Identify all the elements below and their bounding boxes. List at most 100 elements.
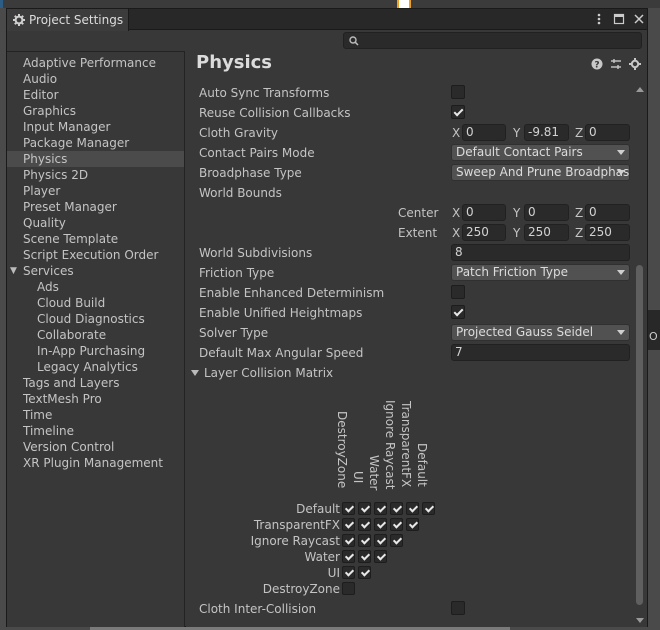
- expand-arrow-icon[interactable]: ▼: [10, 263, 17, 279]
- maximize-icon[interactable]: [613, 12, 625, 26]
- world-subdivisions-label: World Subdivisions: [199, 246, 313, 260]
- reuse-collision-callbacks-checkbox[interactable]: [451, 105, 465, 119]
- matrix-checkbox[interactable]: [342, 534, 355, 547]
- solver-type-dropdown[interactable]: Projected Gauss Seidel: [451, 324, 630, 341]
- gear-icon: [13, 14, 25, 26]
- sidebar-item-editor[interactable]: Editor: [7, 87, 184, 103]
- matrix-checkbox[interactable]: [374, 502, 387, 515]
- sidebar-item-physics[interactable]: Physics: [7, 151, 184, 167]
- sidebar-item-services[interactable]: ▼ Services: [7, 263, 184, 279]
- cloth-gravity-z-label: Z: [575, 126, 584, 140]
- title-bar: Project Settings: [7, 9, 647, 31]
- sidebar-item-package-manager[interactable]: Package Manager: [7, 135, 184, 151]
- world-subdivisions-field[interactable]: 8: [451, 244, 630, 261]
- auto-sync-transforms-checkbox[interactable]: [451, 85, 465, 99]
- matrix-checkbox[interactable]: [342, 582, 355, 595]
- close-icon[interactable]: [633, 12, 645, 26]
- sidebar-item-quality[interactable]: Quality: [7, 215, 184, 231]
- matrix-row-label: UI: [327, 566, 340, 580]
- matrix-checkbox[interactable]: [358, 566, 371, 579]
- sidebar-item-adaptive-performance[interactable]: Adaptive Performance: [7, 55, 184, 71]
- cloth-gravity-z-field[interactable]: 0: [585, 124, 630, 141]
- sidebar-item-textmesh-pro[interactable]: TextMesh Pro: [7, 391, 184, 407]
- contact-pairs-mode-dropdown[interactable]: Default Contact Pairs: [451, 144, 630, 161]
- sidebar-item-audio[interactable]: Audio: [7, 71, 184, 87]
- matrix-checkbox[interactable]: [406, 502, 419, 515]
- sidebar-item-player[interactable]: Player: [7, 183, 184, 199]
- enhanced-determinism-label: Enable Enhanced Determinism: [199, 286, 385, 300]
- matrix-checkbox[interactable]: [390, 502, 403, 515]
- matrix-checkbox[interactable]: [374, 518, 387, 531]
- matrix-checkbox[interactable]: [358, 518, 371, 531]
- sidebar-item-scene-template[interactable]: Scene Template: [7, 231, 184, 247]
- settings-gear-icon[interactable]: [629, 58, 641, 70]
- matrix-column-label: DestroyZone: [335, 411, 349, 489]
- matrix-checkbox[interactable]: [374, 534, 387, 547]
- center-z-field[interactable]: 0: [585, 204, 630, 221]
- extent-x-field[interactable]: 250: [462, 224, 506, 241]
- matrix-checkbox[interactable]: [390, 518, 403, 531]
- scrollbar-thumb[interactable]: [636, 265, 643, 605]
- matrix-checkbox[interactable]: [342, 502, 355, 515]
- svg-text:?: ?: [594, 61, 599, 71]
- dropdown-value: Projected Gauss Seidel: [456, 325, 594, 339]
- cloth-gravity-x-field[interactable]: 0: [462, 124, 506, 141]
- extent-z-field[interactable]: 250: [585, 224, 630, 241]
- window-title: Project Settings: [29, 13, 124, 27]
- layer-collision-matrix-label: Layer Collision Matrix: [204, 366, 334, 380]
- physics-settings-panel: Physics ? Auto Sync Transforms Reuse Col…: [186, 51, 647, 627]
- scroll-down-icon[interactable]: [636, 618, 644, 623]
- matrix-column-label: UI: [351, 471, 365, 484]
- reuse-collision-callbacks-label: Reuse Collision Callbacks: [199, 106, 351, 120]
- sidebar-item-legacy-analytics[interactable]: Legacy Analytics: [7, 359, 184, 375]
- sidebar-item-input-manager[interactable]: Input Manager: [7, 119, 184, 135]
- cloth-gravity-y-field[interactable]: -9.81: [524, 124, 569, 141]
- matrix-checkbox[interactable]: [342, 518, 355, 531]
- matrix-checkbox[interactable]: [342, 550, 355, 563]
- preset-icon[interactable]: [610, 58, 622, 70]
- matrix-checkbox[interactable]: [390, 534, 403, 547]
- world-bounds-label: World Bounds: [199, 186, 282, 200]
- help-icon[interactable]: ?: [591, 58, 603, 71]
- sidebar-item-cloud-diagnostics[interactable]: Cloud Diagnostics: [7, 311, 184, 327]
- scroll-up-icon[interactable]: [636, 87, 644, 92]
- sidebar-item-collaborate[interactable]: Collaborate: [7, 327, 184, 343]
- matrix-column-label: TransparentFX: [399, 401, 413, 488]
- max-angular-speed-field[interactable]: 7: [451, 344, 630, 361]
- sidebar-item-physics-2d[interactable]: Physics 2D: [7, 167, 184, 183]
- sidebar-item-version-control[interactable]: Version Control: [7, 439, 184, 455]
- sidebar-item-ads[interactable]: Ads: [7, 279, 184, 295]
- matrix-checkbox[interactable]: [358, 534, 371, 547]
- broadphase-type-dropdown[interactable]: Sweep And Prune Broadphase: [451, 164, 630, 181]
- unified-heightmaps-checkbox[interactable]: [451, 305, 465, 319]
- more-options-icon[interactable]: [593, 12, 605, 26]
- matrix-checkbox[interactable]: [358, 550, 371, 563]
- enhanced-determinism-checkbox[interactable]: [451, 285, 465, 299]
- dropdown-caret-icon: [617, 170, 625, 175]
- sidebar-item-preset-manager[interactable]: Preset Manager: [7, 199, 184, 215]
- search-input[interactable]: [343, 32, 642, 49]
- sidebar-item-timeline[interactable]: Timeline: [7, 423, 184, 439]
- matrix-checkbox[interactable]: [422, 502, 435, 515]
- sidebar-item-xr-plugin-management[interactable]: XR Plugin Management: [7, 455, 184, 471]
- layer-collision-matrix-foldout[interactable]: Layer Collision Matrix: [191, 366, 333, 380]
- sidebar-item-in-app-purchasing[interactable]: In-App Purchasing: [7, 343, 184, 359]
- vertical-scrollbar[interactable]: [634, 87, 646, 625]
- matrix-checkbox[interactable]: [358, 502, 371, 515]
- extent-y-field[interactable]: 250: [524, 224, 569, 241]
- matrix-checkbox[interactable]: [374, 550, 387, 563]
- window-tab[interactable]: Project Settings: [7, 9, 129, 31]
- matrix-checkbox[interactable]: [406, 518, 419, 531]
- sidebar-item-label: Services: [23, 264, 74, 278]
- sidebar-item-tags-and-layers[interactable]: Tags and Layers: [7, 375, 184, 391]
- sidebar-item-script-execution-order[interactable]: Script Execution Order: [7, 247, 184, 263]
- sidebar-item-cloud-build[interactable]: Cloud Build: [7, 295, 184, 311]
- unified-heightmaps-label: Enable Unified Heightmaps: [199, 306, 363, 320]
- friction-type-dropdown[interactable]: Patch Friction Type: [451, 264, 630, 281]
- cloth-inter-collision-checkbox[interactable]: [451, 601, 465, 615]
- center-y-field[interactable]: 0: [524, 204, 569, 221]
- sidebar-item-graphics[interactable]: Graphics: [7, 103, 184, 119]
- center-x-field[interactable]: 0: [462, 204, 506, 221]
- matrix-checkbox[interactable]: [342, 566, 355, 579]
- sidebar-item-time[interactable]: Time: [7, 407, 184, 423]
